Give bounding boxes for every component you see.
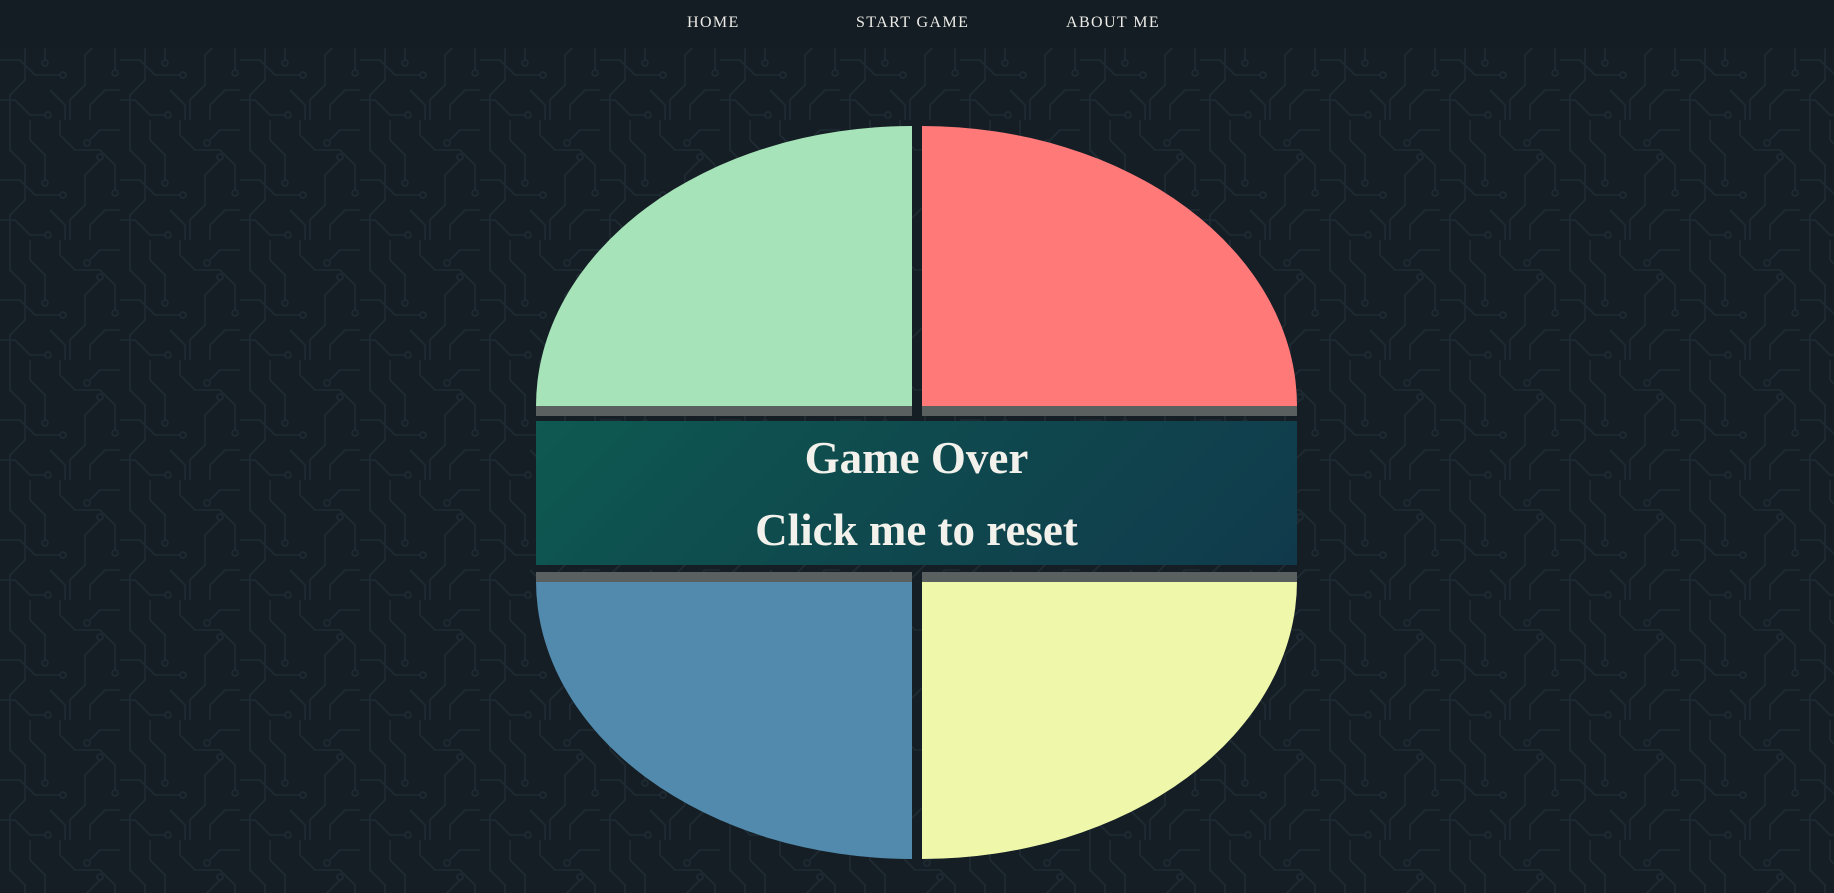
- pad-edge: [922, 406, 1297, 416]
- pad-edge: [536, 572, 912, 582]
- pad-edge: [922, 572, 1297, 582]
- top-navbar: HOME START GAME ABOUT ME: [0, 0, 1834, 48]
- pad-edge: [536, 406, 912, 416]
- nav-link-about-me[interactable]: ABOUT ME: [1066, 14, 1160, 32]
- reset-button[interactable]: Game Over Click me to reset: [536, 421, 1297, 565]
- nav-link-home[interactable]: HOME: [687, 14, 740, 32]
- game-status-text: Game Over: [804, 433, 1029, 483]
- reset-instruction-text: Click me to reset: [755, 505, 1078, 555]
- nav-link-start-game[interactable]: START GAME: [856, 14, 969, 32]
